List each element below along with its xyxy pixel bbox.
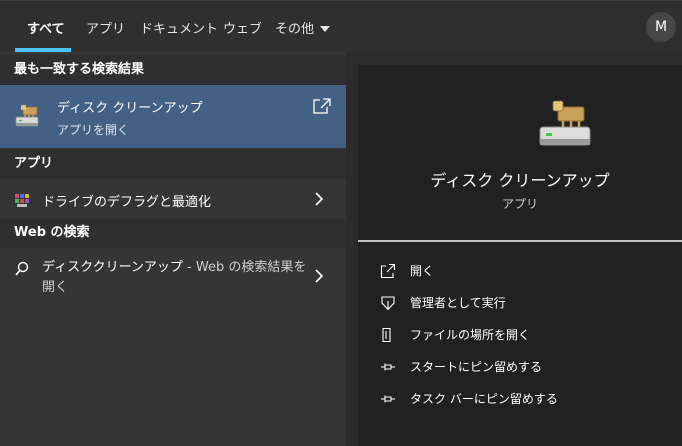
web-search-suffix: - Web の検索結果を bbox=[182, 260, 307, 275]
tab-web[interactable]: ウェブ bbox=[223, 18, 262, 37]
tab-apps[interactable]: アプリ bbox=[86, 18, 125, 37]
tab-other-dropdown[interactable]: その他 bbox=[275, 18, 331, 37]
search-icon bbox=[15, 261, 29, 276]
action-label: スタートにピン留めする bbox=[410, 360, 543, 374]
action-label: 管理者として実行 bbox=[410, 296, 506, 310]
apps-heading: アプリ bbox=[0, 149, 346, 179]
action-open[interactable]: 開く bbox=[380, 260, 670, 282]
file-location-icon bbox=[382, 327, 391, 343]
action-pin-to-start[interactable]: スタートにピン留めする bbox=[380, 356, 670, 378]
best-match-subtitle: アプリを開く bbox=[57, 123, 130, 137]
best-match-title: ディスク クリーンアップ bbox=[57, 101, 203, 116]
preview-title: ディスク クリーンアップ bbox=[430, 171, 610, 190]
disk-cleanup-large-icon bbox=[539, 100, 591, 146]
tab-documents[interactable]: ドキュメント bbox=[140, 18, 218, 37]
action-label: 開く bbox=[410, 264, 435, 278]
shield-icon bbox=[381, 296, 395, 311]
best-match-result[interactable]: ディスク クリーンアップ アプリを開く bbox=[0, 85, 346, 148]
preview-subtitle: アプリ bbox=[501, 197, 538, 211]
action-label: ファイルの場所を開く bbox=[410, 328, 531, 342]
web-search-result[interactable]: ディスククリーンアップ - Web の検索結果を開く bbox=[0, 252, 346, 302]
action-pin-to-taskbar[interactable]: タスク バーにピン留めする bbox=[380, 388, 670, 410]
preview-panel: ディスク クリーンアップ アプリ 開く 管理者として実行 ファイルの場所を開く … bbox=[358, 65, 682, 446]
tab-all[interactable]: すべて bbox=[27, 18, 65, 37]
web-search-label: ディスククリーンアップ - Web の検索結果を開く bbox=[42, 258, 312, 298]
chevron-right-icon bbox=[315, 269, 324, 283]
action-label: タスク バーにピン留めする bbox=[410, 392, 558, 406]
disk-cleanup-icon bbox=[15, 105, 39, 127]
chevron-down-icon bbox=[320, 25, 331, 32]
pin-icon bbox=[381, 395, 395, 403]
chevron-right-icon bbox=[315, 192, 324, 206]
web-search-suffix-2: 開く bbox=[42, 280, 69, 295]
tab-other-label: その他 bbox=[275, 22, 315, 37]
best-match-heading: 最も一致する検索結果 bbox=[0, 55, 346, 85]
web-search-query: ディスククリーンアップ bbox=[42, 260, 183, 275]
defrag-icon bbox=[15, 194, 29, 207]
open-new-window-icon[interactable] bbox=[312, 97, 332, 115]
divider bbox=[358, 240, 682, 242]
search-scope-bar: すべて アプリ ドキュメント ウェブ その他 M bbox=[0, 0, 682, 52]
list-item-label: ドライブのデフラグと最適化 bbox=[42, 195, 212, 210]
action-open-file-location[interactable]: ファイルの場所を開く bbox=[380, 324, 670, 346]
list-item-defrag[interactable]: ドライブのデフラグと最適化 bbox=[0, 182, 346, 216]
action-run-as-admin[interactable]: 管理者として実行 bbox=[380, 292, 670, 314]
pin-icon bbox=[381, 363, 395, 371]
search-results-panel: 最も一致する検索結果 ディスク クリーンアップ アプリを開く アプリ ドライブの… bbox=[0, 52, 346, 446]
open-icon bbox=[380, 263, 396, 279]
user-avatar[interactable]: M bbox=[646, 12, 676, 42]
web-search-heading: Web の検索 bbox=[0, 218, 346, 248]
